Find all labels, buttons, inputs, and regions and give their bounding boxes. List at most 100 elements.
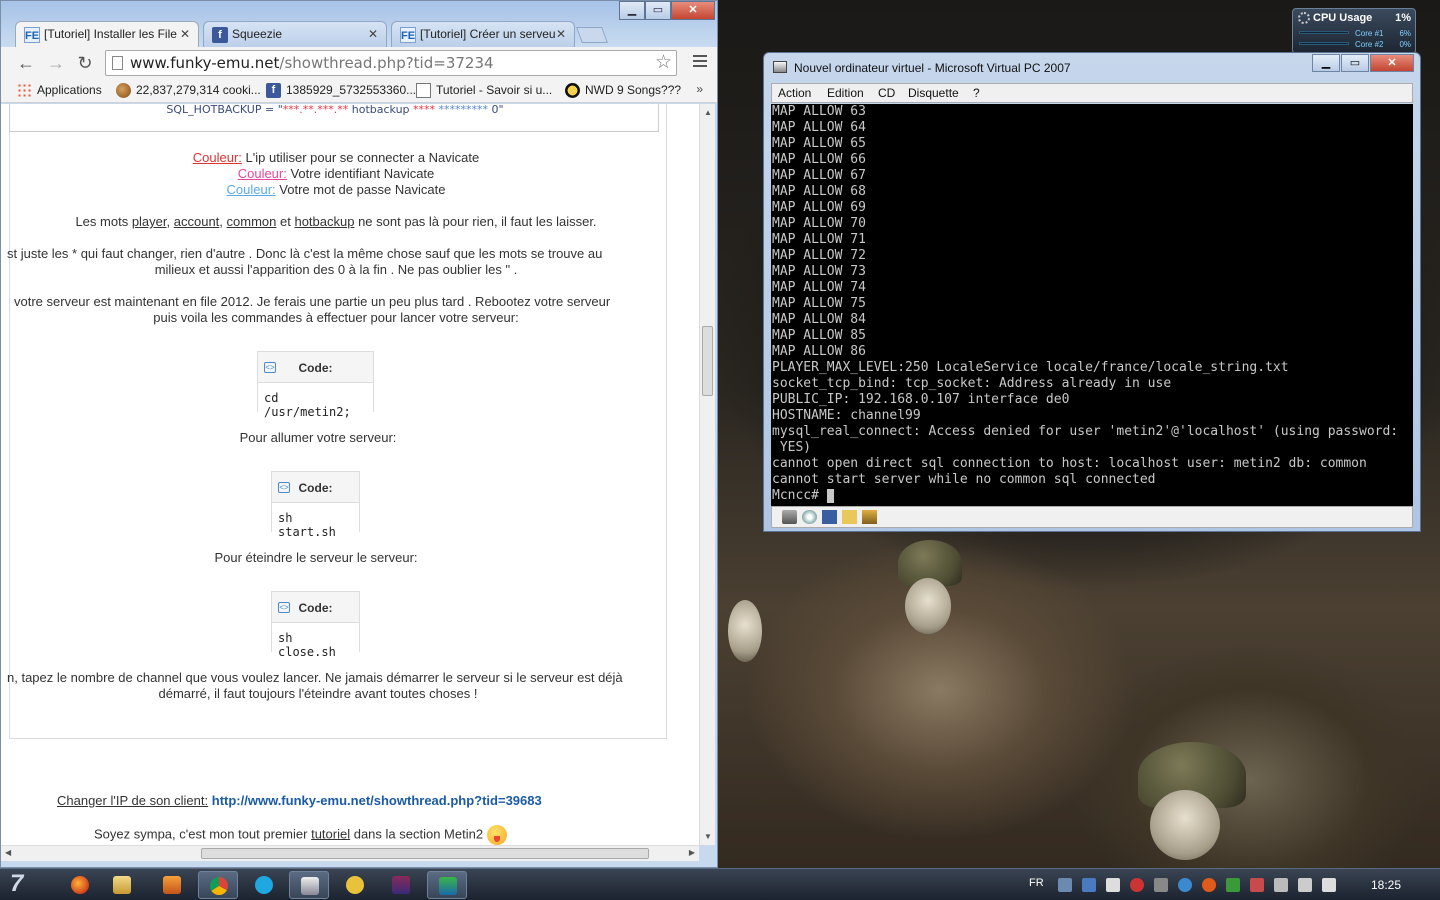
taskbar-skype[interactable] [244, 871, 284, 899]
words-note: Les mots player, account, common et hotb… [75, 214, 597, 229]
network-icon[interactable] [1298, 878, 1312, 892]
tray-icon[interactable] [1178, 878, 1192, 892]
steam-icon[interactable] [1154, 878, 1168, 892]
tab-label: [Tutoriel] Créer un serveu [420, 27, 556, 41]
virtual-pc-icon [301, 877, 319, 895]
code-text: sh close.sh [272, 623, 359, 667]
address-bar[interactable]: www.funky-emu.net/showthread.php?tid=372… [105, 50, 677, 76]
close-window-button[interactable]: ✕ [1370, 54, 1414, 72]
tray-icon[interactable] [1082, 878, 1096, 892]
taskbar-media-player[interactable] [152, 871, 192, 899]
back-button[interactable]: ← [15, 53, 37, 75]
console-line: MAP ALLOW 74 [772, 280, 866, 295]
scroll-thumb[interactable] [201, 848, 649, 859]
console-line: PUBLIC_IP: 192.168.0.107 interface de0 [772, 392, 1070, 407]
bookmark-cookies[interactable]: 22,837,279,314 cooki... [116, 83, 261, 98]
console-line: MAP ALLOW 66 [772, 152, 866, 167]
hard-disk-icon[interactable] [782, 510, 797, 524]
console-line: MAP ALLOW 71 [772, 232, 866, 247]
network-icon[interactable] [862, 510, 877, 524]
code-text: cd /usr/metin2; [258, 383, 373, 427]
menu-edition[interactable]: Edition [827, 86, 864, 100]
tray-icon[interactable] [1130, 878, 1144, 892]
nwd-icon [565, 83, 580, 98]
console-line: mysql_real_connect: Access denied for us… [772, 424, 1399, 439]
console-line: socket_tcp_bind: tcp_socket: Address alr… [772, 376, 1172, 391]
tray-icon[interactable] [1250, 878, 1264, 892]
facebook-icon: f [266, 83, 281, 98]
tab-squeezie[interactable]: f Squeezie ✕ [203, 21, 387, 47]
maximize-button[interactable]: ▭ [645, 1, 671, 20]
text-cursor [826, 488, 834, 503]
forward-button[interactable]: → [45, 53, 67, 75]
menu-help[interactable]: ? [973, 86, 980, 100]
tray-icon[interactable] [1202, 878, 1216, 892]
bookmark-nwd[interactable]: NWD 9 Songs??? [565, 83, 681, 98]
taskbar-app[interactable] [335, 871, 375, 899]
bookmark-tutoriel[interactable]: Tutoriel - Savoir si u... [416, 83, 552, 98]
maximize-button[interactable]: ▭ [1341, 54, 1369, 72]
tab-creer-serveur[interactable]: FE [Tutoriel] Créer un serveu ✕ [391, 21, 575, 47]
menu-cd[interactable]: CD [878, 86, 895, 100]
taskbar-app-2[interactable] [427, 871, 467, 899]
paragraph-text: st juste les * qui faut changer, rien d'… [7, 246, 603, 261]
page-content: SQL_HOTBACKUP = "***.**.***.** hotbackup… [1, 104, 699, 845]
language-indicator[interactable]: FR [1029, 877, 1044, 889]
bookmark-facebook-photo[interactable]: f 1385929_5732553360... [266, 83, 416, 98]
gadget-title: CPU Usage [1313, 12, 1373, 24]
taskbar-explorer[interactable] [102, 871, 142, 899]
color-legend-ip: Couleur: L'ip utiliser pour se connecter… [192, 150, 480, 165]
window-title: Nouvel ordinateur virtuel - Microsoft Vi… [794, 61, 1071, 75]
bookmark-applications[interactable]: Applications [17, 83, 102, 98]
start-button[interactable]: 7 [10, 870, 44, 900]
taskbar-firefox[interactable] [60, 871, 100, 899]
chrome-icon [210, 877, 228, 895]
volume-icon[interactable] [1322, 878, 1336, 892]
tray-icon[interactable] [1106, 878, 1120, 892]
folder-icon [113, 876, 131, 894]
minimize-button[interactable]: ▁ [1312, 54, 1340, 72]
chrome-menu-button[interactable] [693, 55, 707, 69]
vm-console[interactable]: MAP ALLOW 63 MAP ALLOW 64 MAP ALLOW 65 MAP … [771, 104, 1413, 506]
apps-grid-icon [17, 83, 32, 98]
menu-action[interactable]: Action [778, 86, 811, 100]
reload-button[interactable]: ↻ [74, 53, 96, 75]
new-tab-button[interactable] [576, 27, 608, 43]
taskbar-chrome[interactable] [198, 871, 238, 899]
paragraph-text: puis voila les commandes à effectuer pou… [153, 310, 519, 325]
core-value: 6% [1399, 29, 1411, 38]
tray-icon[interactable] [1274, 878, 1288, 892]
cd-icon[interactable] [802, 510, 817, 524]
horizontal-scrollbar[interactable]: ◀ ▶ [1, 845, 699, 861]
shared-folder-icon[interactable] [842, 510, 857, 524]
close-icon[interactable]: ✕ [556, 27, 566, 41]
vpc-statusbar [771, 506, 1413, 528]
bookmarks-overflow-button[interactable]: » [696, 82, 703, 96]
client-ip-link[interactable]: http://www.funky-emu.net/showthread.php?… [212, 793, 542, 808]
tray-icon[interactable] [1058, 878, 1072, 892]
tab-installer-files[interactable]: FE [Tutoriel] Installer les File ✕ [15, 21, 199, 47]
taskbar: 7 FR 18:25 [0, 868, 1440, 900]
console-line: MAP ALLOW 64 [772, 120, 866, 135]
taskbar-winrar[interactable] [381, 871, 421, 899]
tray-icon[interactable] [1226, 878, 1240, 892]
close-icon[interactable]: ✕ [180, 27, 190, 41]
minimize-button[interactable]: ▁ [619, 1, 645, 20]
code-block: <> Code: cd /usr/metin2; [257, 351, 374, 427]
cookie-icon [116, 83, 131, 98]
bookmark-star-icon[interactable]: ☆ [655, 51, 672, 74]
vertical-scrollbar[interactable]: ▲ ▼ [699, 104, 715, 845]
cpu-usage-gadget[interactable]: CPU Usage 1% Core #1 6% Core #2 0% [1292, 8, 1416, 54]
scroll-thumb[interactable] [702, 326, 713, 396]
close-icon[interactable]: ✕ [368, 27, 378, 41]
console-line: MAP ALLOW 67 [772, 168, 866, 183]
sql-hotbackup-line: SQL_HOTBACKUP = "***.**.***.** hotbackup… [166, 104, 504, 116]
menu-disquette[interactable]: Disquette [908, 86, 959, 100]
taskbar-virtual-pc[interactable] [289, 871, 329, 899]
floppy-icon[interactable] [822, 510, 837, 524]
virtual-pc-window: Nouvel ordinateur virtuel - Microsoft Vi… [763, 52, 1421, 532]
cpu-total: 1% [1395, 12, 1411, 24]
close-window-button[interactable]: ✕ [671, 1, 715, 20]
clock[interactable]: 18:25 [1371, 878, 1401, 892]
paragraph-text: milieux et aussi l'apparition des 0 à la… [154, 262, 518, 277]
